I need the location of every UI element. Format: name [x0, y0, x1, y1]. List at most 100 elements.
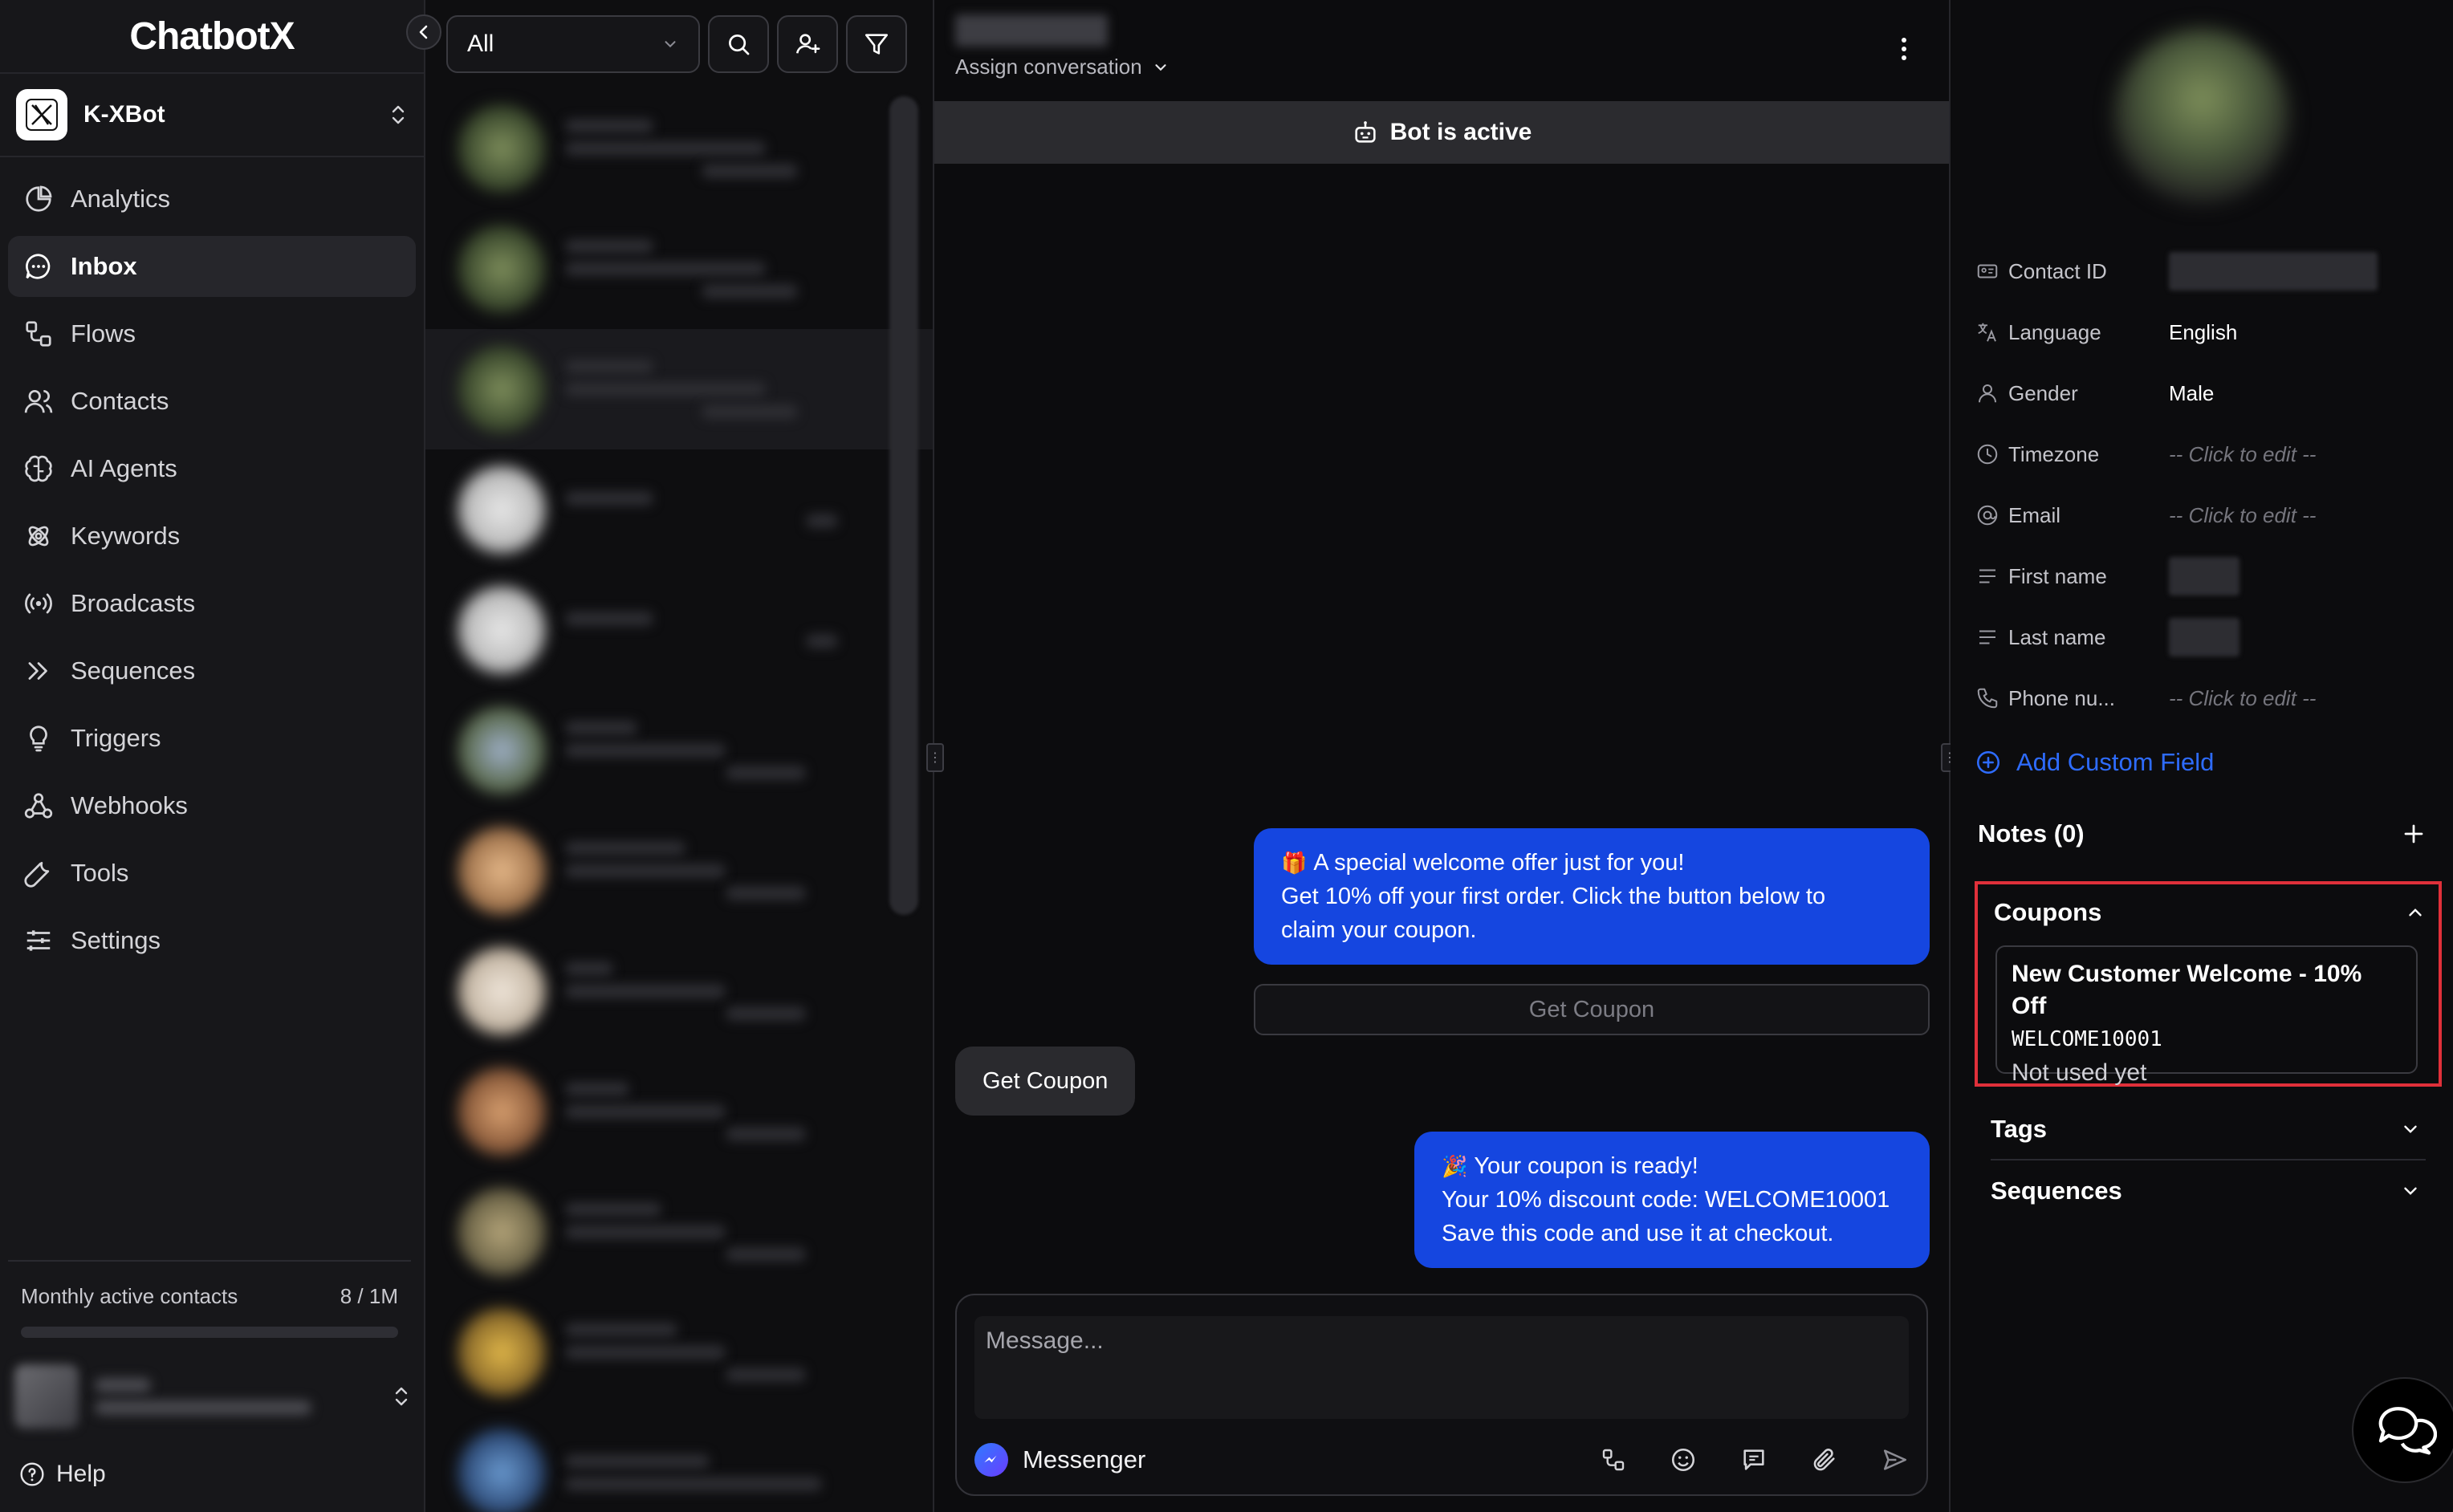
nav-label: AI Agents: [71, 454, 177, 482]
field-placeholder[interactable]: -- Click to edit --: [2169, 686, 2316, 711]
inbox-icon: [21, 249, 56, 284]
robot-icon: [1355, 121, 1376, 143]
field-email[interactable]: Email -- Click to edit --: [1975, 485, 2429, 546]
resize-handle-left[interactable]: ⋮: [926, 743, 944, 772]
paperclip-icon: [1813, 1449, 1835, 1471]
account-avatar: [14, 1364, 79, 1429]
nav-label: Analytics: [71, 185, 171, 213]
field-last-name[interactable]: Last name: [1975, 607, 2429, 668]
plus-icon: [2404, 824, 2423, 843]
nav-label: Tools: [71, 859, 129, 887]
get-coupon-message-button[interactable]: Get Coupon: [1254, 984, 1930, 1035]
field-gender[interactable]: Gender Male: [1975, 363, 2429, 424]
chat-bubbles-icon: [2378, 1407, 2437, 1455]
contact-id-redacted: [2169, 252, 2378, 291]
flow-button[interactable]: [1601, 1447, 1626, 1473]
usage-progress-bar: [21, 1327, 398, 1338]
chevron-left-icon: [419, 25, 428, 39]
nav-item-triggers[interactable]: Triggers: [8, 708, 416, 769]
message-line: Get 10% off your first order. Click the …: [1281, 884, 1826, 909]
saved-replies-button[interactable]: [1740, 1446, 1768, 1473]
collapse-sidebar-button[interactable]: [406, 14, 441, 50]
assign-user-button[interactable]: [777, 15, 838, 73]
coupon-name: New Customer Welcome - 10% Off: [2012, 961, 2362, 1019]
nav-label: Broadcasts: [71, 589, 196, 617]
coupon-card[interactable]: New Customer Welcome - 10% Off WELCOME10…: [1995, 945, 2418, 1086]
bot-status-banner: Bot is active: [934, 101, 1949, 164]
sliders-icon: [21, 923, 56, 958]
coupons-section-header[interactable]: Coupons: [1978, 884, 2439, 941]
conversation-item[interactable]: [425, 1292, 933, 1412]
chevron-up-down-icon: [395, 1387, 408, 1406]
nav-item-flows[interactable]: Flows: [8, 303, 416, 364]
help-link[interactable]: Help: [19, 1461, 106, 1488]
conversation-item[interactable]: [425, 88, 933, 209]
nav-item-tools[interactable]: Tools: [8, 843, 416, 904]
account-switcher[interactable]: [14, 1356, 411, 1437]
bot-switcher[interactable]: K-XBot: [0, 74, 424, 157]
field-first-name[interactable]: First name: [1975, 546, 2429, 607]
nav-item-ai-agents[interactable]: AI Agents: [8, 438, 416, 499]
field-placeholder[interactable]: -- Click to edit --: [2169, 442, 2316, 467]
chat-panel: Assign conversation Bot is active ⋮ ⋮ 🎁 A…: [926, 0, 1959, 1512]
at-icon: [1975, 502, 2000, 528]
conversation-item[interactable]: [425, 1051, 933, 1172]
text-lines-icon: [1975, 624, 2000, 650]
logo-row: ChatbotX: [0, 0, 441, 74]
conversation-item[interactable]: [425, 1412, 933, 1512]
add-custom-field-button[interactable]: Add Custom Field: [1975, 732, 2429, 793]
field-timezone[interactable]: Timezone -- Click to edit --: [1975, 424, 2429, 485]
conversation-filter-select[interactable]: All: [446, 15, 700, 73]
field-phone[interactable]: Phone nu... -- Click to edit --: [1975, 668, 2429, 729]
conversation-list: All: [425, 0, 934, 1512]
filter-button[interactable]: [846, 15, 907, 73]
emoji-button[interactable]: [1670, 1446, 1697, 1473]
conversation-item[interactable]: [425, 209, 933, 329]
conversation-item-selected[interactable]: [425, 329, 933, 449]
field-placeholder[interactable]: -- Click to edit --: [2169, 503, 2316, 528]
channel-selector[interactable]: Messenger: [974, 1443, 1145, 1477]
smile-icon: [1671, 1448, 1695, 1472]
support-chat-button[interactable]: [2352, 1377, 2453, 1483]
brain-icon: [21, 451, 56, 486]
id-card-icon: [1975, 258, 2000, 284]
bot-message-coupon-ready: 🎉 Your coupon is ready! Your 10% discount…: [1414, 1132, 1930, 1268]
field-value: Male: [2169, 380, 2215, 405]
nav-item-keywords[interactable]: Keywords: [8, 506, 416, 567]
attach-button[interactable]: [1811, 1446, 1838, 1473]
conversation-item[interactable]: [425, 1172, 933, 1292]
nav-item-inbox[interactable]: Inbox: [8, 236, 416, 297]
conversation-item[interactable]: [425, 811, 933, 931]
tags-section-header[interactable]: Tags: [1991, 1099, 2426, 1160]
app-root: ChatbotX K-XBot Analytics Inbox Flows Co…: [0, 0, 2453, 1512]
bot-logo-icon: [26, 99, 58, 131]
conversation-item[interactable]: [425, 931, 933, 1051]
messenger-icon: [974, 1443, 1008, 1477]
flows-icon: [1602, 1449, 1625, 1471]
coupon-code: WELCOME10001: [2012, 1027, 2162, 1051]
conversation-item[interactable]: [425, 449, 933, 570]
nav-label: Contacts: [71, 387, 169, 415]
nav-item-analytics[interactable]: Analytics: [8, 169, 416, 230]
nav-label: Webhooks: [71, 791, 188, 819]
sequences-section-header[interactable]: Sequences: [1991, 1160, 2426, 1221]
message-line: Your coupon is ready!: [1474, 1153, 1698, 1179]
add-note-button[interactable]: [2402, 822, 2426, 846]
nav-item-contacts[interactable]: Contacts: [8, 371, 416, 432]
user-plus-icon: [795, 34, 820, 54]
conversation-item[interactable]: [425, 570, 933, 690]
search-button[interactable]: [708, 15, 769, 73]
message-input[interactable]: [974, 1316, 1909, 1419]
nav-item-webhooks[interactable]: Webhooks: [8, 775, 416, 836]
nav-item-settings[interactable]: Settings: [8, 910, 416, 971]
flows-icon: [21, 316, 56, 352]
field-language[interactable]: Language English: [1975, 302, 2429, 363]
nav-item-broadcasts[interactable]: Broadcasts: [8, 573, 416, 634]
nav-item-sequences[interactable]: Sequences: [8, 640, 416, 701]
assign-conversation-dropdown[interactable]: Assign conversation: [955, 55, 1928, 79]
conversation-item[interactable]: [425, 690, 933, 811]
usage-widget: Monthly active contacts 8 / 1M: [8, 1260, 411, 1338]
more-options-button[interactable]: [1899, 35, 1909, 63]
send-button[interactable]: [1881, 1446, 1909, 1473]
list-scrollbar[interactable]: [889, 96, 918, 915]
